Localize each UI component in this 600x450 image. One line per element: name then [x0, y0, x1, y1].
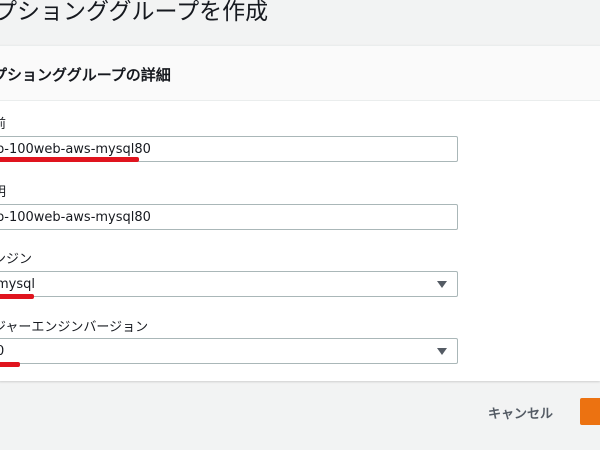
engine-label: ンジン — [0, 252, 33, 267]
annotation-underline — [0, 294, 34, 299]
name-value: b-100web-aws-mysql80 — [0, 142, 151, 157]
description-label: 明 — [0, 181, 6, 200]
description-input[interactable]: b-100web-aws-mysql80 — [0, 204, 458, 230]
panel-title: プションググループの詳細 — [0, 66, 171, 84]
major-version-value: 0 — [0, 344, 5, 359]
major-version-select[interactable]: 0 — [0, 338, 458, 364]
page-title: プションググループを作成 — [0, 0, 269, 25]
description-value: b-100web-aws-mysql80 — [0, 210, 151, 225]
engine-value: mysql — [0, 277, 35, 292]
option-group-details-panel: プションググループの詳細 前 b-100web-aws-mysql80 明 b-… — [0, 45, 600, 381]
cancel-button[interactable]: キャンセル — [476, 399, 565, 426]
annotation-underline — [0, 362, 20, 367]
engine-select[interactable]: mysql — [0, 271, 458, 297]
caret-down-icon — [437, 281, 447, 288]
caret-down-icon — [437, 348, 447, 355]
major-version-label: ジャーエンジンバージョン — [0, 320, 149, 335]
name-label: 前 — [0, 113, 6, 132]
panel-header: プションググループの詳細 — [0, 46, 600, 101]
create-button[interactable] — [580, 398, 600, 425]
annotation-underline — [0, 157, 139, 162]
